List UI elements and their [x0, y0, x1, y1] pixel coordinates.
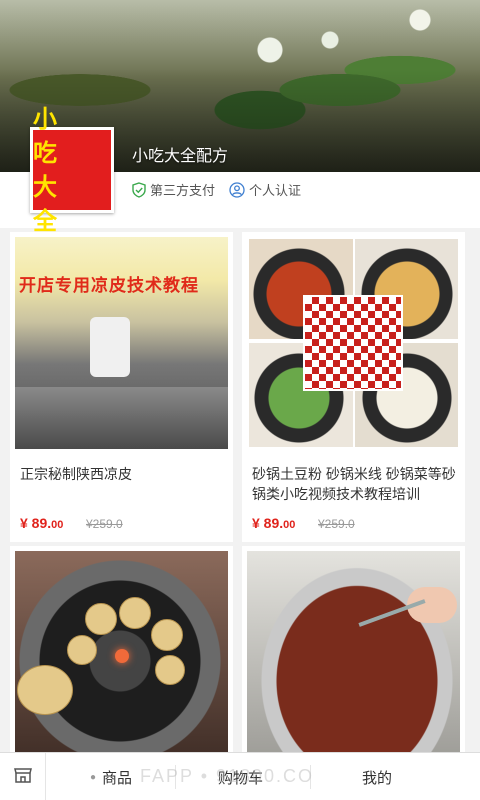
nav-mine-label: 我的	[362, 769, 393, 787]
tablecloth-collage	[303, 295, 403, 391]
bread-item	[155, 655, 185, 685]
third-party-payment-badge: 第三方支付	[132, 180, 215, 199]
shop-logo[interactable]: 小 吃 大 全	[30, 105, 114, 235]
product-card[interactable]: 开店专用凉皮技术教程 正宗秘制陕西凉皮 ¥ 89.00 ¥259.0	[10, 232, 233, 542]
price-main: ¥ 89.	[252, 515, 284, 531]
shop-logo-line2: 大 全	[33, 173, 65, 235]
personal-verified-label: 个人认证	[249, 183, 302, 198]
third-party-payment-label: 第三方支付	[150, 183, 216, 198]
price-cents: 00	[51, 519, 64, 531]
store-icon	[13, 765, 33, 790]
product-image[interactable]	[247, 237, 460, 449]
product-image-caption: 开店专用凉皮技术教程	[19, 276, 199, 295]
bottom-nav: ● 商品 购物车 我的 FAPP • 91800.CO	[0, 752, 480, 800]
nav-goods[interactable]: ● 商品	[90, 753, 132, 800]
bread-item	[151, 619, 183, 651]
shop-name: 小吃大全配方	[132, 148, 229, 165]
dot-icon: ●	[90, 771, 97, 783]
product-title[interactable]: 正宗秘制陕西凉皮	[20, 464, 225, 484]
price-cents: 00	[283, 519, 296, 531]
nav-mine[interactable]: 我的	[362, 753, 392, 800]
product-card[interactable]	[10, 546, 233, 786]
person-circle-icon	[229, 181, 245, 198]
product-card[interactable]: 砂锅土豆粉 砂锅米线 砂锅菜等砂锅类小吃视频技术教程培训 ¥ 89.00 ¥25…	[242, 232, 465, 542]
product-old-price: ¥259.0	[86, 517, 123, 531]
product-price: ¥ 89.00	[252, 515, 295, 531]
store-button[interactable]	[0, 753, 46, 800]
shield-check-icon	[132, 181, 146, 198]
product-card[interactable]	[242, 546, 465, 786]
bread-item	[17, 665, 73, 715]
bread-item	[67, 635, 97, 665]
product-image[interactable]	[15, 551, 228, 763]
price-main: ¥ 89.	[20, 515, 52, 531]
kitchen-counter	[15, 387, 228, 449]
shop-badges: 第三方支付 个人认证	[132, 180, 301, 199]
bread-item	[85, 603, 117, 635]
personal-verified-badge: 个人认证	[229, 180, 301, 199]
product-old-price: ¥259.0	[318, 517, 355, 531]
product-image[interactable]: 开店专用凉皮技术教程	[15, 237, 228, 449]
chef-figure	[90, 317, 130, 377]
product-title[interactable]: 砂锅土豆粉 砂锅米线 砂锅菜等砂锅类小吃视频技术教程培训	[252, 464, 457, 504]
product-image[interactable]	[247, 551, 460, 763]
shop-logo-line1: 小 吃	[33, 105, 65, 167]
oven-fire	[115, 649, 129, 663]
product-price: ¥ 89.00	[20, 515, 63, 531]
nav-goods-label: 商品	[102, 769, 133, 787]
watermark: FAPP • 91800.CO	[140, 766, 315, 786]
bread-item	[119, 597, 151, 629]
